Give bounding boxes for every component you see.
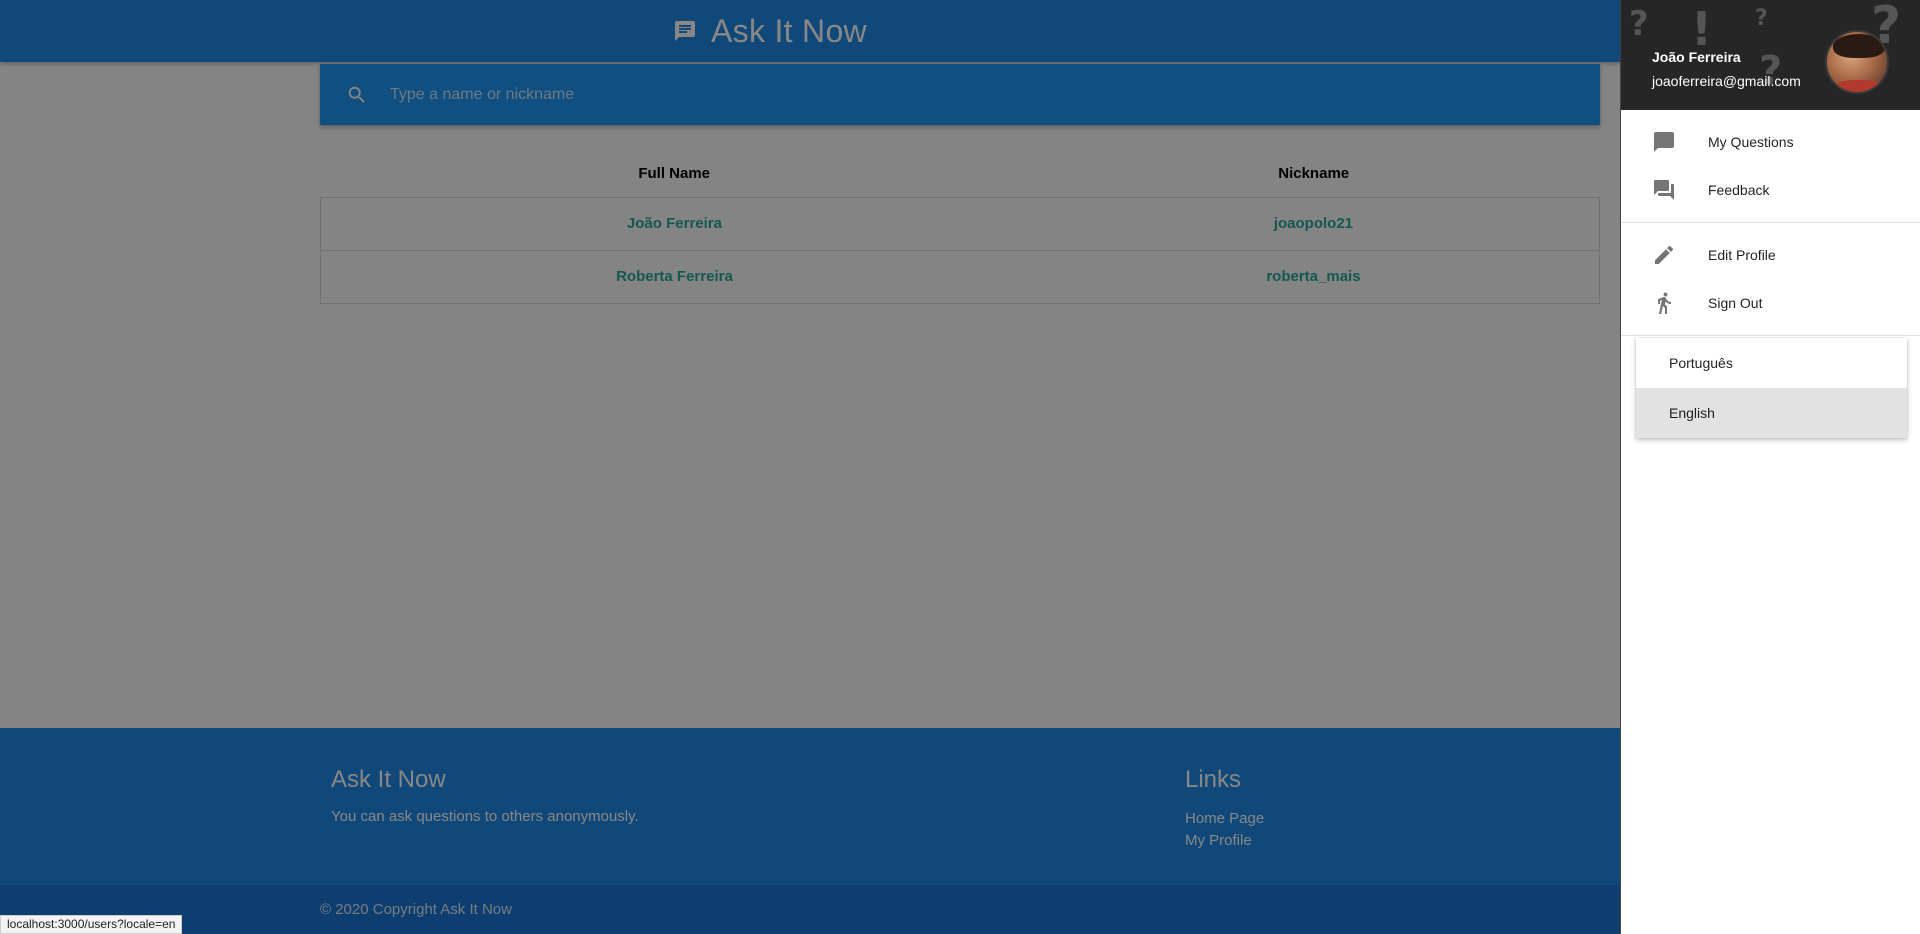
nav-item-label: Sign Out — [1708, 295, 1763, 311]
nav-item-label: My Questions — [1708, 134, 1794, 150]
pencil-icon — [1652, 243, 1676, 267]
avatar[interactable] — [1825, 30, 1889, 94]
walking-person-icon — [1652, 291, 1676, 315]
user-view: ! ? ? ? ? João Ferreira joaoferreira@gma… — [1621, 0, 1920, 110]
avatar-shirt — [1833, 80, 1885, 92]
forum-icon — [1652, 178, 1676, 202]
question-mark-decoration-icon: ! — [1691, 2, 1712, 56]
user-name: João Ferreira — [1652, 49, 1741, 65]
chat-bubble-icon — [1652, 130, 1676, 154]
question-mark-decoration-icon: ? — [1629, 4, 1649, 44]
language-option-portugues[interactable]: Português — [1636, 338, 1907, 388]
divider — [1621, 222, 1920, 223]
divider — [1621, 335, 1920, 336]
nav-item-edit-profile[interactable]: Edit Profile — [1621, 231, 1920, 279]
nav-item-label: Feedback — [1708, 182, 1770, 198]
status-bar-url: localhost:3000/users?locale=en — [0, 915, 183, 934]
language-dropdown: Português English — [1636, 338, 1907, 438]
avatar-hair — [1833, 34, 1885, 58]
sidenav-menu: My Questions Feedback Edit Profile Sign … — [1621, 118, 1920, 336]
language-option-english[interactable]: English — [1636, 388, 1907, 438]
sidenav-overlay[interactable] — [0, 0, 1620, 934]
nav-item-sign-out[interactable]: Sign Out — [1621, 279, 1920, 327]
user-email: joaoferreira@gmail.com — [1652, 73, 1801, 89]
nav-item-label: Edit Profile — [1708, 247, 1776, 263]
nav-item-my-questions[interactable]: My Questions — [1621, 118, 1920, 166]
sidenav: ! ? ? ? ? João Ferreira joaoferreira@gma… — [1620, 0, 1920, 934]
nav-item-feedback[interactable]: Feedback — [1621, 166, 1920, 214]
question-mark-decoration-icon: ? — [1755, 6, 1768, 31]
